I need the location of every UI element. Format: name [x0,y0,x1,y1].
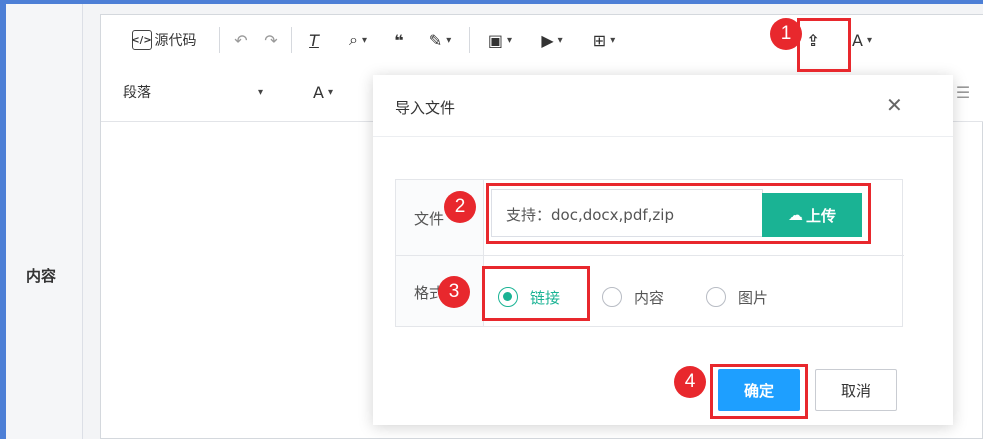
chevron-down-icon: ▾ [257,86,263,98]
callout-badge-2: 2 [444,191,476,223]
toolbar-divider [219,27,220,53]
highlight-box-file-upload [486,183,871,244]
undo-icon: ↶ [234,30,248,50]
paragraph-format-select[interactable]: 段落 ▾ [123,79,263,105]
chevron-down-icon: ▾ [507,34,513,46]
image-icon: ▣ [487,30,504,50]
find-replace-button[interactable]: ⌕ ▾ [337,27,379,53]
highlight-box-confirm [710,364,808,419]
quote-button[interactable]: ❝ [387,27,411,53]
indent-button[interactable]: ☰ [951,79,975,105]
image-button[interactable]: ▣ ▾ [479,27,521,53]
quote-icon: ❝ [394,30,404,50]
clear-format-icon: T [309,30,319,50]
highlight-box-import-icon [797,18,851,72]
highlight-button[interactable]: ✎ ▾ [419,27,461,53]
content-label: 内容 [26,267,57,285]
clear-format-button[interactable]: T [301,27,327,53]
callout-badge-1: 1 [770,18,802,50]
font-size-icon: A [313,82,324,102]
radio-unselected-icon [602,287,622,307]
redo-button[interactable]: ↷ [259,27,283,53]
chevron-down-icon: ▾ [557,34,563,46]
find-replace-icon: ⌕ [349,30,358,49]
source-code-button[interactable]: </> 源代码 [119,27,209,53]
close-icon[interactable]: ✕ [886,93,903,117]
modal-header: 导入文件 ✕ [373,75,953,137]
row-divider [396,255,904,256]
source-code-icon: </> [131,30,152,50]
undo-button[interactable]: ↶ [229,27,253,53]
callout-badge-3: 3 [438,276,470,308]
source-code-label: 源代码 [154,33,197,49]
highlight-icon: ✎ [428,30,443,50]
font-size-button[interactable]: A ▾ [301,79,345,105]
toolbar-divider [291,27,292,53]
redo-icon: ↷ [264,30,278,50]
radio-image[interactable]: 图片 [706,286,768,308]
indent-icon: ☰ [955,82,971,102]
table-button[interactable]: ⊞ ▾ [583,27,625,53]
radio-content[interactable]: 内容 [602,286,664,308]
radio-unselected-icon [706,287,726,307]
table-icon: ⊞ [592,30,607,50]
modal-title: 导入文件 [395,99,456,117]
file-label: 文件 [414,210,445,228]
media-button[interactable]: ▶ ▾ [531,27,573,53]
chevron-down-icon: ▾ [327,86,333,98]
paragraph-label: 段落 [123,85,151,101]
spellcheck-icon: A [852,30,863,50]
chevron-down-icon: ▾ [361,34,367,46]
radio-image-label: 图片 [738,288,769,307]
toolbar-divider [469,27,470,53]
chevron-down-icon: ▾ [610,34,616,46]
chevron-down-icon: ▾ [866,34,872,46]
highlight-box-link-option [482,266,590,321]
radio-content-label: 内容 [634,288,665,307]
chevron-down-icon: ▾ [446,34,452,46]
media-icon: ▶ [541,30,554,50]
form-label-column: 内容 [6,4,83,439]
cancel-button[interactable]: 取消 [815,369,897,411]
callout-badge-4: 4 [674,366,706,398]
